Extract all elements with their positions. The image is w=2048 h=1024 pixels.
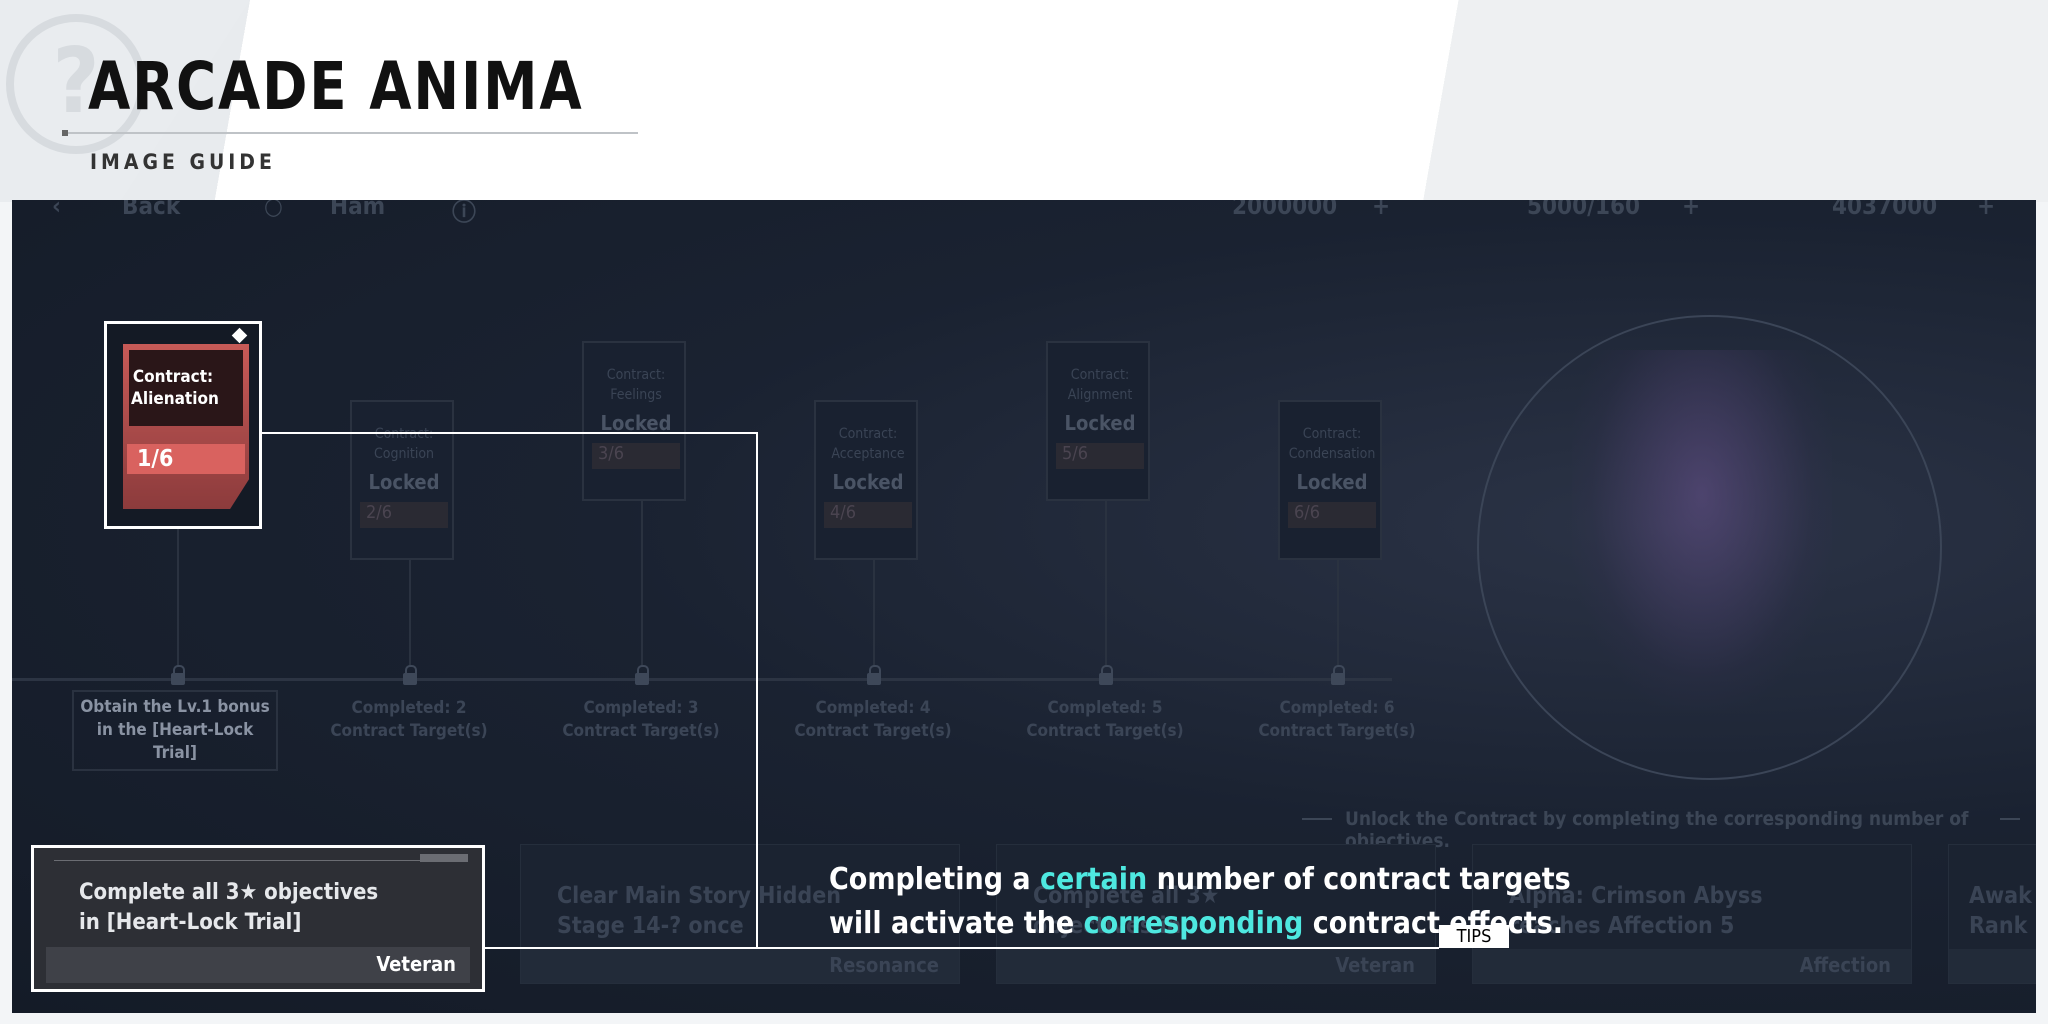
milestone-label: Completed: 4 Contract Target(s) (794, 698, 952, 741)
lock-icon (1095, 665, 1117, 687)
milestone-label: Completed: 6 Contract Target(s) (1258, 698, 1416, 741)
timeline-connector (1337, 560, 1339, 666)
contract-status: Locked (1296, 470, 1368, 494)
timeline-connector (177, 526, 179, 666)
timeline-connector (873, 560, 875, 666)
lock-icon (863, 665, 885, 687)
objective-card-highlighted[interactable]: Complete all 3★ objectives in [Heart-Loc… (31, 845, 485, 992)
contract-progress: 6/6 (1288, 502, 1376, 528)
title-divider (64, 132, 638, 134)
objective-footer: Veteran (46, 947, 470, 983)
contract-name: Contract: Alignment (1067, 367, 1133, 403)
contract-name: Contract: Alienation (131, 367, 219, 409)
highlight-word: corresponding (1083, 906, 1304, 941)
gold-value: 2000000 (1232, 200, 1338, 220)
contract-name: Contract: Condensation (1288, 426, 1376, 462)
callout-line (756, 432, 758, 948)
add-stamina-icon[interactable]: + (1682, 200, 1700, 220)
contract-card-alignment[interactable]: Contract: Alignment Locked 5/6 (1046, 341, 1150, 501)
timeline-connector (641, 501, 643, 666)
home-icon[interactable]: ○ (264, 200, 283, 220)
contract-progress: 3/6 (592, 443, 680, 469)
stamina-value: 5000/160 (1527, 200, 1641, 220)
description-line-1: Completing a certain number of contract … (829, 862, 1571, 897)
contract-progress: 1/6 (127, 444, 245, 474)
wolf-emblem (1572, 350, 1832, 710)
contract-card-condensation[interactable]: Contract: Condensation Locked 6/6 (1278, 400, 1382, 560)
guide-page: ? ARCADE ANIMA IMAGE GUIDE ‹ Back ○ Ham … (0, 0, 2048, 1024)
objective-footer: Affection (1473, 949, 1911, 983)
highlight-word: certain (1040, 862, 1148, 897)
objective-top-line (54, 860, 434, 861)
contract-progress: 5/6 (1056, 443, 1144, 469)
back-arrow-icon[interactable]: ‹ (52, 200, 61, 220)
objective-footer: Resonance (521, 949, 959, 983)
lock-icon (167, 665, 189, 687)
objective-footer: Veteran (997, 949, 1435, 983)
gems-value: 4037000 (1832, 200, 1938, 220)
contract-card-acceptance[interactable]: Contract: Acceptance Locked 4/6 (814, 400, 918, 560)
add-gems-icon[interactable]: + (1977, 200, 1995, 220)
timeline-connector (409, 560, 411, 666)
milestone-label: Completed: 3 Contract Target(s) (562, 698, 720, 741)
tips-label: TIPS (1439, 925, 1509, 948)
contract-card-alienation[interactable]: Contract: Alienation 1/6 (104, 321, 262, 529)
objective-tag: Veteran (1335, 953, 1415, 977)
callout-line (262, 432, 758, 434)
contract-timeline (12, 678, 1392, 681)
contract-name: Contract: Acceptance (831, 426, 905, 462)
contract-card-cognition[interactable]: Contract: Cognition Locked 2/6 (350, 400, 454, 560)
character-name: Ham (330, 200, 386, 220)
objective-tag: Resonance (829, 953, 939, 977)
page-title: ARCADE ANIMA (88, 48, 584, 125)
contract-progress: 4/6 (824, 502, 912, 528)
callout-line (485, 947, 1439, 949)
top-bar: ‹ Back ○ Ham ⓘ 2000000 + 5000/160 + 4037… (12, 200, 2036, 230)
contract-progress: 2/6 (360, 502, 448, 528)
milestone-label: Obtain the Lv.1 bonus in the [Heart-Lock… (72, 690, 278, 771)
milestone-label: Completed: 5 Contract Target(s) (1026, 698, 1184, 741)
diamond-icon (231, 327, 248, 344)
lock-icon (631, 665, 653, 687)
info-icon[interactable]: ⓘ (452, 200, 476, 227)
back-button[interactable]: Back (122, 200, 180, 220)
hint-line-left (1302, 818, 1332, 820)
title-divider-dot (62, 130, 68, 136)
contract-card-feelings[interactable]: Contract: Feelings Locked 3/6 (582, 341, 686, 501)
objective-text: Awak Rank (1969, 883, 2032, 939)
timeline-connector (1105, 501, 1107, 666)
add-gold-icon[interactable]: + (1372, 200, 1390, 220)
hint-line-right (2000, 818, 2020, 820)
objective-top-tag (420, 854, 468, 862)
contract-status: Locked (368, 470, 440, 494)
objective-footer (1949, 949, 2036, 983)
contract-status: Locked (1064, 411, 1136, 435)
objective-text: Complete all 3★ objectives in [Heart-Loc… (79, 880, 379, 935)
objective-tag: Affection (1799, 953, 1891, 977)
contract-name: Contract: Cognition (373, 426, 435, 462)
contract-status: Locked (832, 470, 904, 494)
contract-name: Contract: Feelings (606, 367, 666, 403)
lock-icon (399, 665, 421, 687)
milestone-label: Completed: 2 Contract Target(s) (330, 698, 488, 741)
objective-card[interactable]: Awak Rank (1948, 844, 2036, 984)
page-subtitle: IMAGE GUIDE (90, 150, 276, 174)
objective-tag: Veteran (376, 952, 456, 976)
lock-icon (1327, 665, 1349, 687)
